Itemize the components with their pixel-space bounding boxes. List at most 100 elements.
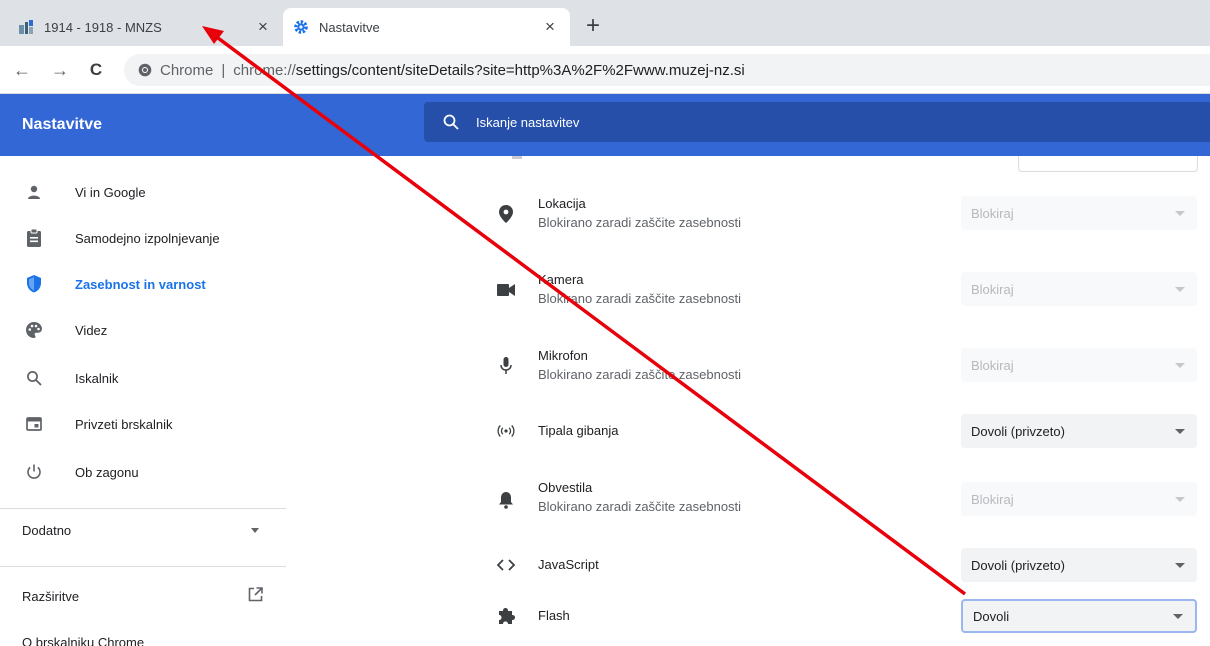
site-permissions-panel: Lokacija Blokirano zaradi zaščite zasebn… — [424, 156, 1210, 646]
omnibox-separator: | — [221, 61, 226, 79]
permission-description: Blokirano zaradi zaščite zasebnosti — [538, 215, 742, 230]
permission-name: Flash — [538, 608, 570, 623]
microphone-icon — [496, 356, 516, 376]
extensions-label: Razširitve — [22, 588, 80, 604]
permission-row-motion-sensors: Tipala gibanja Dovoli (privzeto) — [424, 414, 1210, 448]
select-value: Blokiraj — [971, 281, 1014, 297]
tab-settings[interactable]: Nastavitve × — [283, 8, 570, 46]
clipboard-icon — [24, 228, 44, 248]
sidebar-advanced-toggle[interactable]: Dodatno — [22, 518, 267, 542]
select-value: Dovoli (privzeto) — [971, 557, 1065, 573]
sidebar-item-label: Videz — [75, 322, 108, 338]
sidebar-item-appearance[interactable]: Videz — [0, 308, 286, 352]
settings-sidebar: Vi in Google Samodejno izpolnjevanje Zas… — [0, 156, 286, 646]
permission-select-location: Blokiraj — [961, 196, 1197, 230]
power-icon — [24, 462, 44, 482]
reset-permissions-button[interactable] — [1018, 156, 1198, 172]
puzzle-icon — [496, 606, 516, 626]
permission-name: JavaScript — [538, 557, 599, 572]
permission-name: Lokacija — [538, 196, 586, 211]
museum-favicon-icon — [19, 20, 33, 34]
new-tab-button[interactable]: + — [580, 14, 606, 40]
person-icon — [24, 182, 44, 202]
permission-description: Blokirano zaradi zaščite zasebnosti — [538, 499, 742, 514]
permission-select-camera: Blokiraj — [961, 272, 1197, 306]
permission-row-camera: Kamera Blokirano zaradi zaščite zasebnos… — [424, 270, 1210, 310]
permission-name: Obvestila — [538, 480, 593, 495]
dropdown-arrow-icon — [1175, 210, 1185, 216]
sidebar-item-label: Vi in Google — [75, 184, 146, 200]
sidebar-divider — [0, 566, 286, 567]
dropdown-arrow-icon — [1175, 362, 1185, 368]
site-chip: Chrome — [160, 61, 214, 79]
sidebar-divider — [0, 508, 286, 509]
tab-title: 1914 - 1918 - MNZS — [44, 19, 162, 35]
open-in-new-icon — [248, 587, 263, 605]
settings-header: Nastavitve Iskanje nastavitev — [0, 94, 1210, 156]
permission-select-javascript[interactable]: Dovoli (privzeto) — [961, 548, 1197, 582]
sidebar-item-privacy-security[interactable]: Zasebnost in varnost — [0, 262, 286, 306]
permission-select-motion-sensors[interactable]: Dovoli (privzeto) — [961, 414, 1197, 448]
gear-icon — [294, 20, 308, 34]
sidebar-item-search-engine[interactable]: Iskalnik — [0, 356, 286, 400]
permission-name: Mikrofon — [538, 348, 588, 363]
sensors-icon — [496, 421, 516, 441]
dropdown-arrow-icon — [1173, 613, 1183, 619]
tab-strip: 1914 - 1918 - MNZS × Nastavitve × + — [0, 0, 1210, 46]
scroll-indicator — [512, 156, 522, 159]
permission-row-notifications: Obvestila Blokirano zaradi zaščite zaseb… — [424, 478, 1210, 518]
close-tab-icon[interactable]: × — [253, 17, 273, 37]
settings-search-input[interactable]: Iskanje nastavitev — [424, 102, 1210, 142]
permission-select-flash[interactable]: Dovoli — [961, 599, 1197, 633]
sidebar-item-autofill[interactable]: Samodejno izpolnjevanje — [0, 216, 286, 260]
chevron-down-icon — [251, 527, 259, 533]
select-value: Dovoli (privzeto) — [971, 423, 1065, 439]
tab-title: Nastavitve — [319, 19, 380, 35]
permission-select-notifications: Blokiraj — [961, 482, 1197, 516]
forward-button[interactable]: → — [48, 58, 72, 82]
sidebar-item-label: Samodejno izpolnjevanje — [75, 230, 220, 246]
chrome-icon — [138, 63, 152, 77]
advanced-label: Dodatno — [22, 522, 72, 538]
about-label: O brskalniku Chrome — [22, 634, 145, 646]
sidebar-item-label: Privzeti brskalnik — [75, 416, 173, 432]
url-path: settings/content/siteDetails?site=http%3… — [295, 61, 745, 79]
permission-row-microphone: Mikrofon Blokirano zaradi zaščite zasebn… — [424, 346, 1210, 386]
permission-name: Tipala gibanja — [538, 423, 619, 438]
browser-icon — [24, 414, 44, 434]
sidebar-item-extensions[interactable]: Razširitve — [22, 584, 267, 608]
camera-icon — [496, 280, 516, 300]
permission-description: Blokirano zaradi zaščite zasebnosti — [538, 291, 742, 306]
palette-icon — [24, 320, 44, 340]
permission-description: Blokirano zaradi zaščite zasebnosti — [538, 367, 742, 382]
back-button[interactable]: ← — [10, 58, 34, 82]
permission-row-flash: Flash Dovoli — [424, 599, 1210, 633]
sidebar-item-default-browser[interactable]: Privzeti brskalnik — [0, 402, 286, 446]
tab-mnzs[interactable]: 1914 - 1918 - MNZS × — [8, 8, 283, 46]
code-icon — [496, 555, 516, 575]
close-tab-icon[interactable]: × — [540, 17, 560, 37]
url-text: chrome://settings/content/siteDetails?si… — [233, 62, 744, 79]
bell-icon — [496, 490, 516, 510]
reload-button[interactable]: C — [84, 58, 108, 82]
page-title: Nastavitve — [22, 116, 103, 133]
permission-select-microphone: Blokiraj — [961, 348, 1197, 382]
sidebar-item-about-chrome[interactable]: O brskalniku Chrome — [22, 632, 267, 646]
dropdown-arrow-icon — [1175, 562, 1185, 568]
sidebar-item-you-and-google[interactable]: Vi in Google — [0, 170, 286, 214]
sidebar-item-on-startup[interactable]: Ob zagonu — [0, 450, 286, 494]
select-value: Dovoli — [973, 608, 1010, 624]
address-bar[interactable]: Chrome | chrome://settings/content/siteD… — [124, 54, 1210, 86]
permission-row-location: Lokacija Blokirano zaradi zaščite zasebn… — [424, 194, 1210, 234]
select-value: Blokiraj — [971, 205, 1014, 221]
permission-row-javascript: JavaScript Dovoli (privzeto) — [424, 548, 1210, 582]
sidebar-item-label: Zasebnost in varnost — [75, 276, 206, 292]
search-placeholder: Iskanje nastavitev — [476, 114, 580, 130]
search-icon — [443, 114, 459, 130]
dropdown-arrow-icon — [1175, 496, 1185, 502]
location-pin-icon — [496, 204, 516, 224]
select-value: Blokiraj — [971, 357, 1014, 373]
browser-toolbar: ← → C Chrome | chrome://settings/content… — [0, 46, 1210, 94]
select-value: Blokiraj — [971, 491, 1014, 507]
sidebar-item-label: Iskalnik — [75, 370, 119, 386]
